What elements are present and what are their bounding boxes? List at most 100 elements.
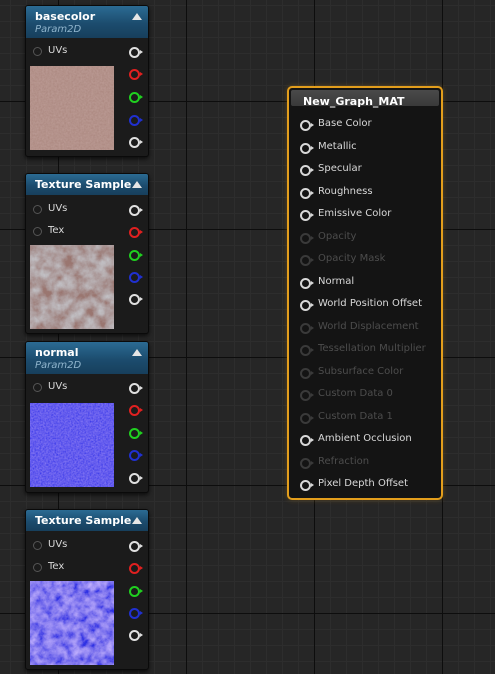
input-pin-icon[interactable] bbox=[33, 205, 42, 214]
pin-label: Refraction bbox=[318, 455, 370, 467]
input-pin-icon[interactable] bbox=[300, 232, 314, 244]
input-pin-icon[interactable] bbox=[300, 367, 314, 379]
output-pin-rgb-icon[interactable] bbox=[129, 541, 143, 552]
texture-preview bbox=[30, 66, 114, 150]
texture-preview bbox=[30, 403, 114, 487]
output-pin-g-icon[interactable] bbox=[129, 586, 143, 597]
output-pin-g-icon[interactable] bbox=[129, 428, 143, 439]
pin-label: Tex bbox=[48, 225, 65, 236]
output-pin-a-icon[interactable] bbox=[129, 630, 143, 641]
pin-label: Opacity Mask bbox=[318, 253, 386, 264]
node-title: New_Graph_MAT bbox=[303, 95, 405, 108]
input-pin-icon[interactable] bbox=[300, 210, 314, 221]
output-pin-g-icon[interactable] bbox=[129, 250, 143, 261]
pin-label: Specular bbox=[318, 163, 362, 174]
pin-label: Opacity bbox=[318, 230, 357, 242]
pin-label: World Position Offset bbox=[318, 298, 422, 309]
material-pin-opacity-mask[interactable]: Opacity Mask bbox=[289, 251, 441, 267]
node-header[interactable]: normal Param2D bbox=[26, 342, 148, 374]
output-pin-a-icon[interactable] bbox=[129, 473, 143, 484]
collapse-arrow-icon[interactable] bbox=[132, 181, 142, 188]
input-pin-icon[interactable] bbox=[300, 187, 314, 199]
input-pin-icon[interactable] bbox=[300, 390, 314, 401]
input-pin-icon[interactable] bbox=[33, 541, 42, 550]
material-pin-specular[interactable]: Specular bbox=[289, 161, 441, 177]
input-pin-icon[interactable] bbox=[300, 300, 314, 311]
material-pin-subsurface-color[interactable]: Subsurface Color bbox=[289, 364, 441, 380]
output-pin-b-icon[interactable] bbox=[129, 272, 143, 283]
node-subtitle: Param2D bbox=[35, 360, 82, 371]
pin-label: Ambient Occlusion bbox=[318, 433, 412, 444]
input-pin-icon[interactable] bbox=[300, 345, 314, 356]
node-header[interactable]: Texture Sample bbox=[26, 174, 148, 195]
node-header[interactable]: basecolor Param2D bbox=[26, 6, 148, 38]
node-header[interactable]: New_Graph_MAT bbox=[291, 90, 439, 108]
input-pin-icon[interactable] bbox=[33, 47, 42, 56]
output-pin-rgb-icon[interactable] bbox=[129, 205, 143, 216]
input-pin-icon[interactable] bbox=[300, 120, 314, 131]
input-pin-icon[interactable] bbox=[33, 563, 42, 572]
pin-label: Normal bbox=[318, 275, 355, 287]
input-pin-icon[interactable] bbox=[300, 457, 314, 469]
material-pin-base-color[interactable]: Base Color bbox=[289, 116, 441, 132]
output-pin-r-icon[interactable] bbox=[129, 69, 143, 80]
material-pin-emissive-color[interactable]: Emissive Color bbox=[289, 206, 441, 222]
pin-label: UVs bbox=[48, 381, 68, 392]
collapse-arrow-icon[interactable] bbox=[132, 349, 142, 356]
material-pin-normal[interactable]: Normal bbox=[289, 274, 441, 290]
pin-label: UVs bbox=[48, 45, 68, 56]
material-pin-roughness[interactable]: Roughness bbox=[289, 184, 441, 200]
texture-preview bbox=[30, 581, 114, 665]
output-pin-r-icon[interactable] bbox=[129, 563, 143, 574]
output-pin-r-icon[interactable] bbox=[129, 227, 143, 238]
output-pin-rgb-icon[interactable] bbox=[129, 383, 143, 394]
output-pin-g-icon[interactable] bbox=[129, 92, 143, 103]
output-pin-a-icon[interactable] bbox=[129, 137, 143, 148]
material-pin-tessellation-multiplier[interactable]: Tessellation Multiplier bbox=[289, 341, 441, 357]
collapse-arrow-icon[interactable] bbox=[132, 517, 142, 524]
input-pin-icon[interactable] bbox=[300, 165, 314, 176]
output-pin-a-icon[interactable] bbox=[129, 294, 143, 305]
pin-label: Emissive Color bbox=[318, 208, 392, 219]
material-pin-refraction[interactable]: Refraction bbox=[289, 454, 441, 470]
node-subtitle: Param2D bbox=[35, 24, 82, 35]
input-pin-icon[interactable] bbox=[300, 480, 314, 491]
param2d-node-basecolor[interactable]: basecolor Param2D UVs bbox=[25, 5, 149, 157]
output-pin-b-icon[interactable] bbox=[129, 450, 143, 461]
input-pin-icon[interactable] bbox=[33, 383, 42, 392]
texture-sample-node-normal[interactable]: Texture Sample UVs Tex bbox=[25, 509, 149, 670]
node-header[interactable]: Texture Sample bbox=[26, 510, 148, 531]
param2d-node-normal[interactable]: normal Param2D UVs bbox=[25, 341, 149, 493]
input-pin-icon[interactable] bbox=[300, 412, 314, 424]
pin-label: UVs bbox=[48, 539, 68, 550]
pin-label: Custom Data 1 bbox=[318, 410, 393, 422]
input-pin-icon[interactable] bbox=[300, 142, 314, 154]
material-pin-world-displacement[interactable]: World Displacement bbox=[289, 319, 441, 335]
input-pin-icon[interactable] bbox=[300, 277, 314, 289]
material-pin-pixel-depth-offset[interactable]: Pixel Depth Offset bbox=[289, 476, 441, 492]
material-pin-world-position-offset[interactable]: World Position Offset bbox=[289, 296, 441, 312]
material-output-node[interactable]: New_Graph_MAT Base Color Metallic Specular… bbox=[287, 86, 443, 500]
output-pin-r-icon[interactable] bbox=[129, 405, 143, 416]
pin-label: UVs bbox=[48, 203, 68, 214]
material-pin-opacity[interactable]: Opacity bbox=[289, 229, 441, 245]
pin-label: Tex bbox=[48, 561, 65, 572]
collapse-arrow-icon[interactable] bbox=[132, 13, 142, 20]
input-pin-icon[interactable] bbox=[33, 227, 42, 236]
pin-label: Roughness bbox=[318, 185, 373, 197]
material-pin-ambient-occlusion[interactable]: Ambient Occlusion bbox=[289, 431, 441, 447]
material-pin-custom-data-1[interactable]: Custom Data 1 bbox=[289, 409, 441, 425]
output-pin-b-icon[interactable] bbox=[129, 608, 143, 619]
texture-sample-node-basecolor[interactable]: Texture Sample UVs Tex bbox=[25, 173, 149, 334]
pin-label: Custom Data 0 bbox=[318, 388, 393, 399]
input-pin-icon[interactable] bbox=[300, 322, 314, 334]
output-pin-b-icon[interactable] bbox=[129, 115, 143, 126]
input-pin-icon[interactable] bbox=[300, 255, 314, 266]
pin-label: Pixel Depth Offset bbox=[318, 478, 408, 489]
pin-label: Subsurface Color bbox=[318, 365, 404, 377]
material-pin-metallic[interactable]: Metallic bbox=[289, 139, 441, 155]
output-pin-rgb-icon[interactable] bbox=[129, 47, 143, 58]
input-pin-icon[interactable] bbox=[300, 435, 314, 446]
texture-preview bbox=[30, 245, 114, 329]
material-pin-custom-data-0[interactable]: Custom Data 0 bbox=[289, 386, 441, 402]
